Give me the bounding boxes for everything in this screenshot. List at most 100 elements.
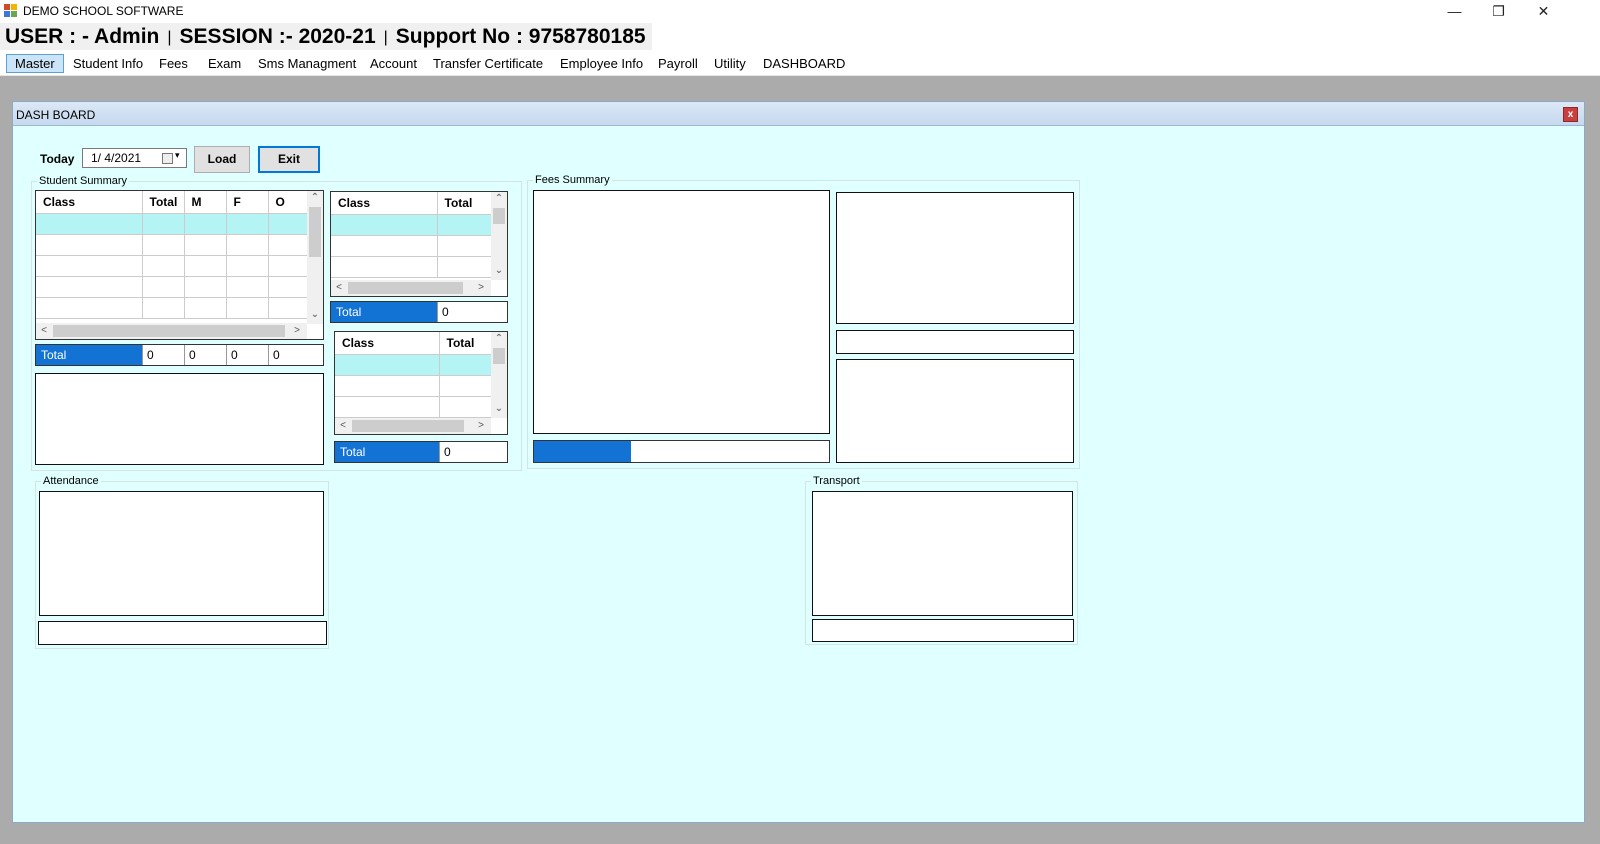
user-label: USER : - Admin bbox=[5, 25, 160, 48]
scroll-left-icon[interactable]: < bbox=[332, 281, 346, 295]
column-header-total[interactable]: Total bbox=[439, 332, 492, 355]
vertical-scrollbar[interactable]: ⌃ ⌄ bbox=[491, 332, 507, 418]
menu-payroll[interactable]: Payroll bbox=[649, 54, 707, 73]
fees-detail-box-2 bbox=[836, 359, 1074, 463]
column-header-class[interactable]: Class bbox=[36, 191, 143, 214]
table-row[interactable] bbox=[36, 255, 309, 277]
scroll-up-icon[interactable]: ⌃ bbox=[492, 192, 506, 206]
student-summary-title: Student Summary bbox=[37, 175, 130, 187]
scroll-right-icon[interactable]: > bbox=[474, 281, 488, 295]
menu-account[interactable]: Account bbox=[361, 54, 426, 73]
column-header-total[interactable]: Total bbox=[437, 192, 492, 215]
menu-utility[interactable]: Utility bbox=[705, 54, 755, 73]
scroll-thumb[interactable] bbox=[352, 420, 464, 432]
vertical-scrollbar[interactable]: ⌃ ⌄ bbox=[307, 191, 323, 324]
dashboard-close-icon[interactable]: x bbox=[1563, 107, 1578, 122]
horizontal-scrollbar[interactable]: < > bbox=[36, 323, 307, 339]
attendance-summary-field bbox=[38, 621, 327, 645]
fees-summary-title: Fees Summary bbox=[533, 174, 612, 186]
close-icon[interactable]: ✕ bbox=[1521, 0, 1566, 22]
grid-header-row: Class Total M F O bbox=[36, 191, 309, 214]
table-row[interactable] bbox=[331, 256, 492, 278]
session-label: SESSION :- 2020-21 bbox=[179, 25, 376, 48]
column-header-m[interactable]: M bbox=[184, 191, 227, 214]
menu-exam[interactable]: Exam bbox=[199, 54, 250, 73]
scroll-thumb[interactable] bbox=[493, 348, 505, 364]
scroll-down-icon[interactable]: ⌄ bbox=[308, 308, 322, 322]
date-value: 1/ 4/2021 bbox=[91, 151, 142, 165]
menu-bar: Master Student Info Fees Exam Sms Managm… bbox=[0, 51, 1600, 76]
title-bar: DEMO SCHOOL SOFTWARE — ❐ ✕ bbox=[0, 0, 1600, 22]
scroll-right-icon[interactable]: > bbox=[290, 324, 304, 338]
menu-student-info[interactable]: Student Info bbox=[64, 54, 152, 73]
table-row[interactable] bbox=[335, 375, 492, 397]
load-button[interactable]: Load bbox=[194, 146, 250, 173]
total-label: Total bbox=[335, 442, 439, 462]
exit-button[interactable]: Exit bbox=[258, 146, 320, 173]
column-header-f[interactable]: F bbox=[226, 191, 269, 214]
horizontal-scrollbar[interactable]: < > bbox=[331, 280, 491, 296]
student-summary-grid[interactable]: Class Total M F O ⌃ ⌄ < > bbox=[35, 190, 324, 340]
menu-master[interactable]: Master bbox=[6, 54, 64, 73]
minimize-icon[interactable]: — bbox=[1432, 0, 1477, 22]
scroll-left-icon[interactable]: < bbox=[336, 419, 350, 433]
column-header-class[interactable]: Class bbox=[335, 332, 440, 355]
attendance-chart-area bbox=[39, 491, 324, 616]
total-all-value: 0 bbox=[142, 345, 184, 365]
total-label: Total bbox=[331, 302, 437, 322]
scroll-left-icon[interactable]: < bbox=[37, 324, 51, 338]
column-header-class[interactable]: Class bbox=[331, 192, 438, 215]
table-row[interactable] bbox=[331, 214, 492, 236]
scroll-up-icon[interactable]: ⌃ bbox=[308, 191, 322, 205]
restore-icon[interactable]: ❐ bbox=[1476, 0, 1521, 22]
menu-transfer-certificate[interactable]: Transfer Certificate bbox=[424, 54, 552, 73]
table-row[interactable] bbox=[335, 396, 492, 418]
mdi-area: DASH BOARD x Today 1/ 4/2021 ▾ Load Exit… bbox=[0, 76, 1600, 844]
scroll-down-icon[interactable]: ⌄ bbox=[492, 402, 506, 416]
window-title: DEMO SCHOOL SOFTWARE bbox=[23, 4, 184, 18]
student-chart-area bbox=[35, 373, 324, 465]
calendar-icon[interactable] bbox=[162, 153, 173, 164]
table-row[interactable] bbox=[335, 354, 492, 376]
total-value: 0 bbox=[437, 302, 501, 322]
scroll-thumb[interactable] bbox=[348, 282, 463, 294]
date-picker[interactable]: 1/ 4/2021 ▾ bbox=[82, 148, 187, 168]
scroll-thumb[interactable] bbox=[53, 325, 285, 337]
scroll-thumb[interactable] bbox=[493, 208, 505, 224]
horizontal-scrollbar[interactable]: < > bbox=[335, 418, 491, 434]
session-header: USER : - Admin | SESSION :- 2020-21 | Suppor… bbox=[0, 23, 652, 50]
fees-detail-field bbox=[836, 330, 1074, 354]
dashboard-title-bar: DASH BOARD x bbox=[13, 102, 1584, 126]
vertical-scrollbar[interactable]: ⌃ ⌄ bbox=[491, 192, 507, 280]
menu-employee-info[interactable]: Employee Info bbox=[551, 54, 652, 73]
column-header-o[interactable]: O bbox=[268, 191, 309, 214]
menu-sms-managment[interactable]: Sms Managment bbox=[249, 54, 365, 73]
table-row[interactable] bbox=[331, 235, 492, 257]
student-total-row: Total 0 0 0 0 bbox=[35, 344, 324, 366]
scroll-right-icon[interactable]: > bbox=[474, 419, 488, 433]
dashboard-title: DASH BOARD bbox=[16, 108, 96, 122]
table-row[interactable] bbox=[36, 276, 309, 298]
fees-detail-box-1 bbox=[836, 192, 1074, 324]
column-header-total[interactable]: Total bbox=[142, 191, 185, 214]
transport-summary-field bbox=[812, 619, 1074, 642]
dashboard-window: DASH BOARD x Today 1/ 4/2021 ▾ Load Exit… bbox=[12, 101, 1585, 823]
class-grid-2[interactable]: Class Total ⌃ ⌄ < > bbox=[334, 331, 508, 435]
grid-header-row: Class Total bbox=[335, 332, 492, 355]
separator: | bbox=[383, 29, 388, 46]
table-row[interactable] bbox=[36, 213, 309, 235]
scroll-up-icon[interactable]: ⌃ bbox=[492, 332, 506, 346]
table-row[interactable] bbox=[36, 297, 309, 319]
separator: | bbox=[167, 29, 172, 46]
attendance-title: Attendance bbox=[41, 475, 101, 487]
table-row[interactable] bbox=[36, 234, 309, 256]
fees-chart-area bbox=[533, 190, 830, 434]
menu-fees[interactable]: Fees bbox=[150, 54, 197, 73]
scroll-down-icon[interactable]: ⌄ bbox=[492, 264, 506, 278]
total-label: Total bbox=[36, 345, 142, 365]
total-m-value: 0 bbox=[184, 345, 226, 365]
menu-dashboard[interactable]: DASHBOARD bbox=[754, 54, 854, 73]
scroll-thumb[interactable] bbox=[309, 207, 321, 257]
chevron-down-icon[interactable]: ▾ bbox=[175, 150, 180, 161]
class-grid-1[interactable]: Class Total ⌃ ⌄ < > bbox=[330, 191, 508, 297]
